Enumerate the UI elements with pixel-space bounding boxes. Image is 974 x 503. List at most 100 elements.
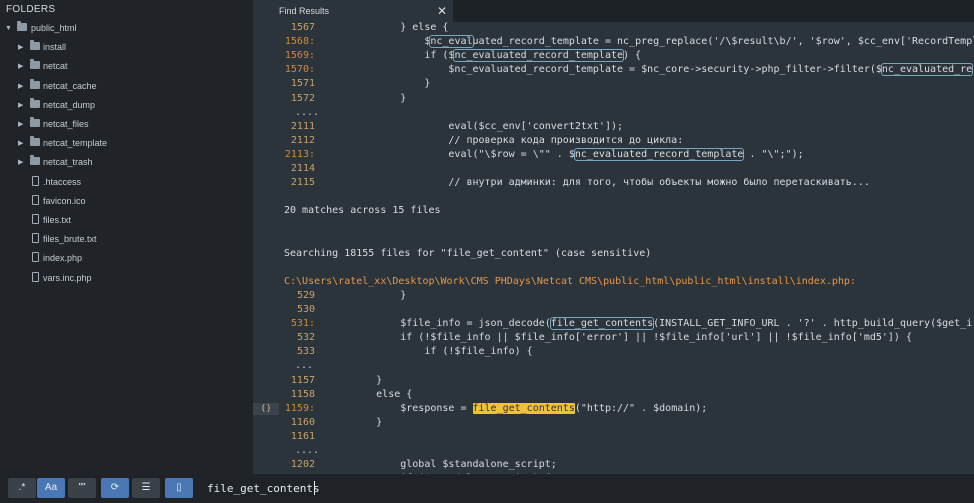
folder-item[interactable]: ▶ install	[0, 38, 253, 57]
find-input[interactable]	[200, 478, 967, 498]
file-icon	[32, 175, 42, 186]
tab-title: Find Results	[279, 6, 330, 16]
code-segment: global $standalone_script;	[328, 459, 557, 471]
folder-item[interactable]: ▶ netcat	[0, 57, 253, 76]
file-item[interactable]: favicon.ico	[0, 192, 253, 211]
match-box: nc_evaluated_re	[880, 63, 974, 77]
chevron-right-icon[interactable]: ▶	[18, 96, 23, 115]
line-number: 2114	[290, 163, 315, 174]
folder-icon	[17, 21, 27, 32]
code-text: // проверка кода производится до цикла:	[328, 134, 683, 148]
folder-item[interactable]: ▶ netcat_template	[0, 134, 253, 153]
folder-item[interactable]: ▶ netcat_cache	[0, 77, 253, 96]
line-number: 530	[296, 304, 315, 315]
context-line: 1571 }	[253, 77, 974, 91]
code-text: }	[328, 77, 430, 91]
tree-item-label: .htaccess	[43, 176, 82, 187]
match-box: nc_evaluated_record_template	[453, 49, 625, 63]
code-segment: }	[328, 416, 383, 428]
tree-item-label: netcat_files	[43, 119, 89, 129]
match-box: nc_eval	[429, 35, 474, 49]
chevron-right-icon[interactable]: ▶	[18, 77, 23, 96]
whole-word-toggle-button[interactable]: ""	[68, 478, 96, 498]
file-icon	[32, 194, 42, 205]
folder-item[interactable]: ▶ netcat_dump	[0, 96, 253, 115]
code-segment: // внутри админки: для того, чтобы объек…	[328, 177, 870, 189]
code-text: }	[328, 374, 382, 388]
chevron-right-icon[interactable]: ▶	[18, 153, 23, 172]
text-line	[253, 233, 974, 247]
match-line: 531: $file_info = json_decode(file_get_c…	[253, 317, 974, 331]
code-segment: $nc_evaluated_record_template = $nc_core…	[328, 64, 882, 76]
chevron-right-icon[interactable]: ▶	[18, 38, 23, 57]
ellipsis-line: ....	[253, 444, 974, 458]
text-line	[253, 190, 974, 204]
tree-item-label: netcat	[43, 61, 68, 72]
ellipsis-line: ....	[253, 106, 974, 120]
line-number: 1161	[290, 430, 315, 442]
code-segment: }	[328, 78, 431, 90]
line-number: 1160	[290, 416, 315, 428]
context-line: 1158 else {	[253, 388, 974, 402]
highlight-matches-toggle-button[interactable]: ▯	[165, 478, 193, 498]
tree-item-label: files.txt	[43, 215, 72, 225]
match-line: 1159: $response = file_get_contents("htt…	[253, 402, 974, 416]
line-number: 1159:	[284, 402, 315, 414]
folder-item[interactable]: ▼ public_html	[0, 19, 253, 38]
chevron-right-icon[interactable]: ▶	[18, 115, 23, 134]
code-segment: ) {	[623, 50, 642, 62]
close-icon[interactable]: ✕	[437, 0, 447, 22]
file-item[interactable]: files_brute.txt	[0, 230, 253, 249]
code-segment: } else {	[328, 22, 449, 33]
folder-icon	[30, 155, 40, 166]
folder-icon	[30, 97, 40, 109]
code-text: else {	[328, 388, 412, 402]
chevron-down-icon[interactable]: ▼	[5, 19, 12, 38]
chevron-right-icon[interactable]: ▶	[18, 134, 23, 153]
text-line: 20 matches across 15 files	[253, 204, 974, 218]
context-line: 533 if (!$file_info) {	[253, 345, 974, 359]
file-item[interactable]: vars.inc.php	[0, 269, 253, 288]
code-segment: uated_record_template = nc_preg_replace(…	[472, 36, 974, 48]
chevron-right-icon[interactable]: ▶	[18, 57, 23, 76]
sidebar: FOLDERS ▼ public_html ▶ install ▶ netcat ▶ netc…	[0, 0, 253, 474]
line-number: 1569:	[284, 50, 315, 62]
text-line	[253, 261, 974, 275]
line-number: 2111	[290, 120, 315, 132]
folder-icon	[30, 117, 40, 128]
line-number: 1571	[290, 78, 315, 90]
line-number: 1157	[290, 374, 315, 386]
in-selection-toggle-button[interactable]: ☰	[132, 478, 160, 498]
code-text: }	[328, 92, 406, 106]
case-sensitive-toggle-button[interactable]: Aa	[37, 478, 65, 498]
file-item[interactable]: index.php	[0, 249, 253, 268]
file-item[interactable]: .htaccess	[0, 173, 253, 192]
context-line: 2111 eval($cc_env['convert2txt']);	[253, 120, 974, 134]
file-item[interactable]: files.txt	[0, 211, 253, 230]
tree-item-label: netcat_cache	[43, 80, 97, 91]
text-line: Searching 18155 files for "file_get_cont…	[253, 247, 974, 261]
context-line: 2115 // внутри админки: для того, чтобы …	[253, 176, 974, 190]
tab-find-results[interactable]: Find Results ✕	[253, 0, 453, 22]
file-icon	[32, 271, 42, 282]
context-line: 2114	[253, 162, 974, 176]
find-results-editor[interactable]: () 1567 } else {1568: $nc_evaluated_reco…	[253, 22, 974, 474]
folder-item[interactable]: ▶ netcat_files	[0, 115, 253, 134]
code-segment: (INSTALL_GET_INFO_URL . '?' . http_build…	[653, 318, 973, 330]
line-number: 529	[296, 289, 315, 301]
context-line: 1157 }	[253, 374, 974, 388]
regex-toggle-button[interactable]: .*	[8, 478, 36, 498]
line-number: 1568:	[284, 36, 315, 48]
code-text: }	[328, 289, 406, 303]
folder-item[interactable]: ▶ netcat_trash	[0, 153, 253, 172]
context-line: 1572 }	[253, 92, 974, 106]
line-number: 531:	[290, 318, 315, 330]
tree-item-label: netcat_template	[43, 138, 108, 149]
wrap-toggle-button[interactable]: ⟳	[101, 478, 129, 498]
result-text: ...	[295, 360, 314, 372]
file-path[interactable]: C:\Users\ratel_xx\Desktop\Work\CMS PHDay…	[284, 275, 856, 289]
context-line: 1202 global $standalone_script;	[253, 458, 974, 472]
find-bar: .* Aa "" ⟳ ☰ ▯	[0, 474, 974, 503]
code-segment: $file_info = json_decode(	[328, 318, 551, 330]
file-icon	[32, 252, 42, 263]
